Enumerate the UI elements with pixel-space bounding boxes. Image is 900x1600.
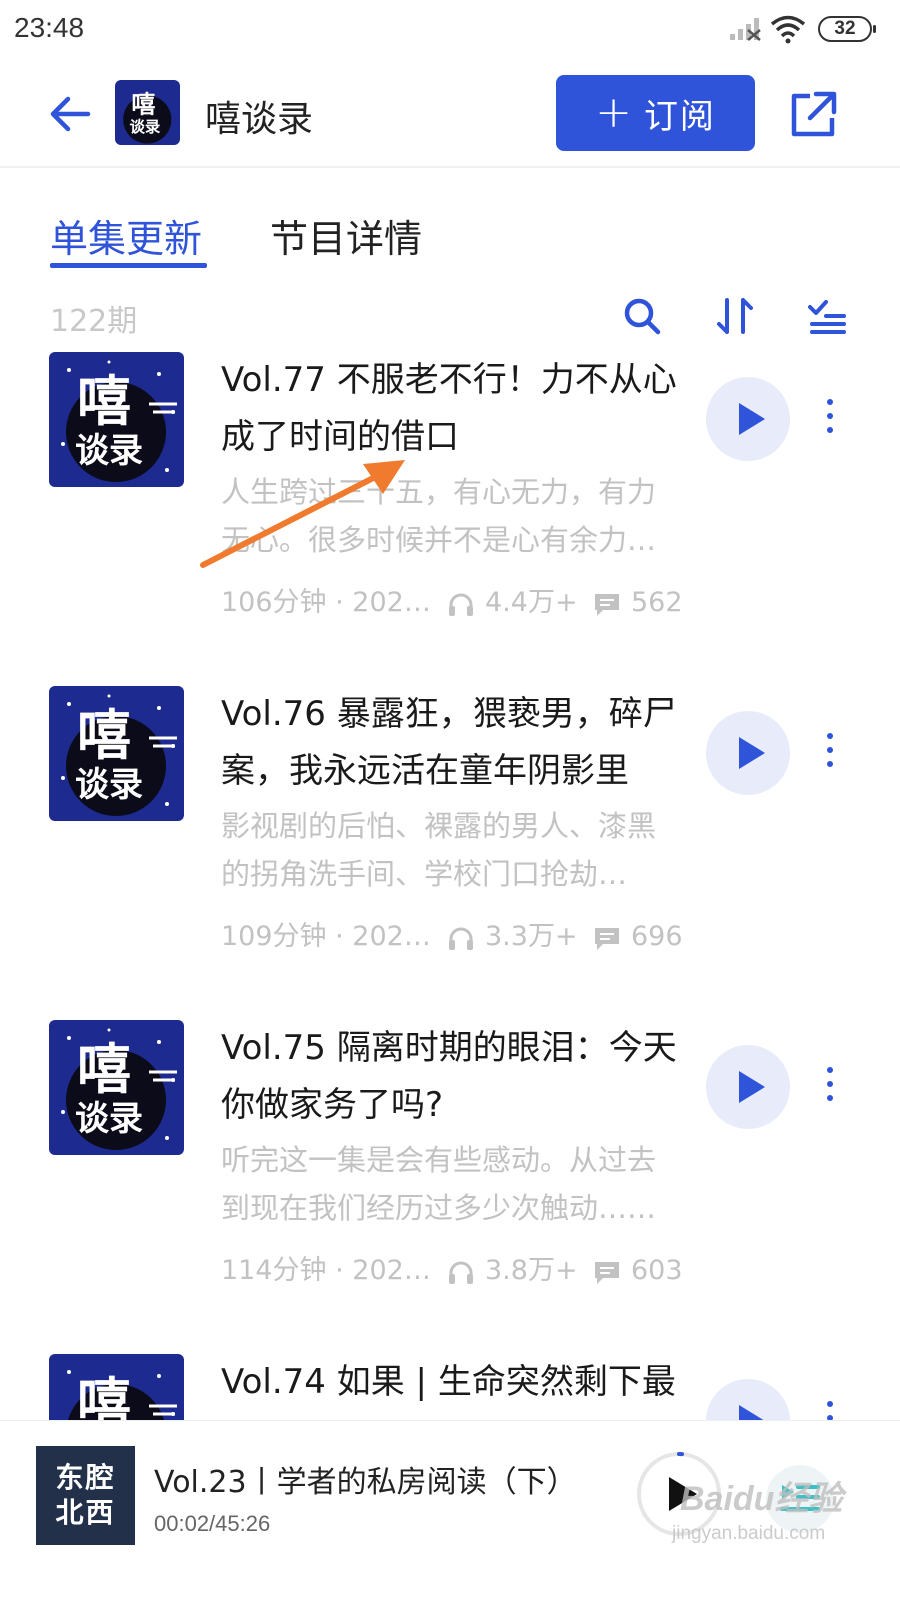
episode-cover: 嘻 谈录: [49, 1354, 184, 1420]
playlist-icon[interactable]: [764, 1463, 836, 1535]
now-playing-cover: 东腔 北西: [36, 1446, 135, 1545]
episode-duration-date: 114分钟 · 202…: [221, 1255, 431, 1286]
cover-text-2: 谈录: [75, 765, 143, 805]
episode-cover-art: 嘻 谈录: [49, 1020, 184, 1155]
plus-icon: +: [595, 87, 632, 138]
more-options-icon[interactable]: [814, 729, 846, 777]
podcast-title: 嘻谈录: [205, 99, 314, 140]
episode-meta: 106分钟 · 202… 4.4万+ 562: [221, 583, 691, 623]
episode-listens: 3.8万+: [485, 1255, 578, 1286]
episode-description: 影视剧的后怕、裸露的男人、漆黑的拐角洗手间、学校门口抢劫的……: [221, 809, 657, 891]
episode-title[interactable]: Vol.74 如果 | 生命突然剩下最后一天: [221, 1354, 691, 1420]
episode-list: 嘻 谈录 Vol.77 不服老不行！力不从心成了时间的借口 人生跨过三十五，有心…: [0, 340, 900, 1420]
cover-text-1: 嘻: [77, 1372, 131, 1420]
episode-comments: 603: [631, 1255, 683, 1286]
cover-text-2: 谈录: [75, 431, 143, 471]
mini-player-play-icon[interactable]: [634, 1449, 724, 1539]
episode-title[interactable]: Vol.76 暴露狂，猥亵男，碎尸案，我永远活在童年阴影里: [221, 686, 691, 800]
episode-cover-art: 嘻 谈录: [49, 1354, 184, 1420]
active-tab-indicator: [50, 263, 207, 268]
episode-cover: 嘻 谈录: [49, 1020, 184, 1155]
episode-item[interactable]: 嘻 谈录 Vol.76 暴露狂，猥亵男，碎尸案，我永远活在童年阴影里 影视剧的后…: [0, 674, 900, 1008]
episode-comments: 696: [631, 921, 683, 952]
cover-text-2: 谈录: [75, 1099, 143, 1139]
podcast-cover: 嘻 谈录: [115, 80, 180, 145]
mini-player[interactable]: 东腔 北西 Vol.23丨学者的私房阅读（下） 00:02/45:26 Baid…: [0, 1420, 900, 1600]
episode-cover: 嘻 谈录: [49, 352, 184, 487]
comment-icon: [595, 1262, 619, 1284]
status-bar: 23:48 32: [0, 0, 900, 62]
cover-text-1: 嘻: [77, 370, 131, 433]
headphones-icon: [449, 593, 473, 616]
episode-count: 122期: [50, 304, 138, 339]
play-button[interactable]: [706, 1045, 790, 1129]
episode-item[interactable]: 嘻 谈录 Vol.77 不服老不行！力不从心成了时间的借口 人生跨过三十五，有心…: [0, 340, 900, 674]
play-button[interactable]: [706, 1379, 790, 1420]
batch-select-icon[interactable]: [806, 294, 850, 338]
episode-listens: 3.3万+: [485, 921, 578, 952]
headphones-icon: [449, 927, 473, 950]
cover-text-1: 嘻: [131, 91, 155, 119]
signal-icon: [730, 18, 761, 41]
episode-listens: 4.4万+: [485, 587, 578, 618]
episode-description: 人生跨过三十五，有心无力，有力无心。很多时候并不是心有余力不足……: [221, 475, 657, 557]
wifi-icon: [770, 15, 806, 44]
episode-cover-art: 嘻 谈录: [49, 352, 184, 487]
back-arrow-icon[interactable]: [42, 86, 98, 142]
podcast-cover-art: 嘻 谈录: [115, 80, 180, 145]
subscribe-label: 订阅: [643, 96, 716, 137]
cover-text-1: 嘻: [77, 1038, 131, 1101]
now-playing-cover-line1: 东腔: [55, 1461, 116, 1494]
episode-meta: 114分钟 · 202… 3.8万+ 603: [221, 1251, 691, 1291]
episode-description: 听完这一集是会有些感动。从过去到现在我们经历过多少次触动……: [221, 1143, 657, 1225]
episode-item[interactable]: 嘻 谈录 Vol.75 隔离时期的眼泪：今天你做家务了吗? 听完这一集是会有些感…: [0, 1008, 900, 1342]
cover-text-1: 嘻: [77, 704, 131, 767]
comment-icon: [595, 594, 619, 616]
episode-meta: 109分钟 · 202… 3.3万+ 696: [221, 917, 691, 957]
more-options-icon[interactable]: [814, 395, 846, 443]
status-time: 23:48: [14, 12, 85, 43]
episode-cover-art: 嘻 谈录: [49, 686, 184, 821]
play-button[interactable]: [706, 711, 790, 795]
episode-cover: 嘻 谈录: [49, 686, 184, 821]
tab-episode-updates[interactable]: 单集更新: [50, 208, 202, 263]
episode-duration-date: 109分钟 · 202…: [221, 921, 431, 952]
now-playing-cover-line2: 北西: [55, 1496, 116, 1529]
play-button[interactable]: [706, 377, 790, 461]
podcast-header: 嘻 谈录 嘻谈录 + 订阅: [0, 62, 900, 168]
battery-indicator: 32: [818, 16, 876, 42]
tab-program-details[interactable]: 节目详情: [270, 208, 422, 263]
episode-duration-date: 106分钟 · 202…: [221, 587, 431, 618]
sort-icon[interactable]: [713, 294, 757, 338]
headphones-icon: [449, 1261, 473, 1284]
cover-text-2: 谈录: [129, 117, 160, 136]
more-options-icon[interactable]: [814, 1063, 846, 1111]
subscribe-button[interactable]: + 订阅: [556, 75, 755, 151]
episode-title[interactable]: Vol.75 隔离时期的眼泪：今天你做家务了吗?: [221, 1020, 691, 1134]
now-playing-time: 00:02/45:26: [154, 1511, 271, 1536]
more-options-icon[interactable]: [814, 1397, 846, 1420]
share-icon[interactable]: [788, 88, 840, 140]
episode-title[interactable]: Vol.77 不服老不行！力不从心成了时间的借口: [221, 352, 691, 466]
episode-comments: 562: [631, 587, 683, 618]
now-playing-title: Vol.23丨学者的私房阅读（下）: [154, 1465, 577, 1500]
comment-icon: [595, 928, 619, 950]
episode-item[interactable]: 嘻 谈录 Vol.74 如果 | 生命突然剩下最后一天: [0, 1342, 900, 1420]
search-icon[interactable]: [620, 294, 664, 338]
